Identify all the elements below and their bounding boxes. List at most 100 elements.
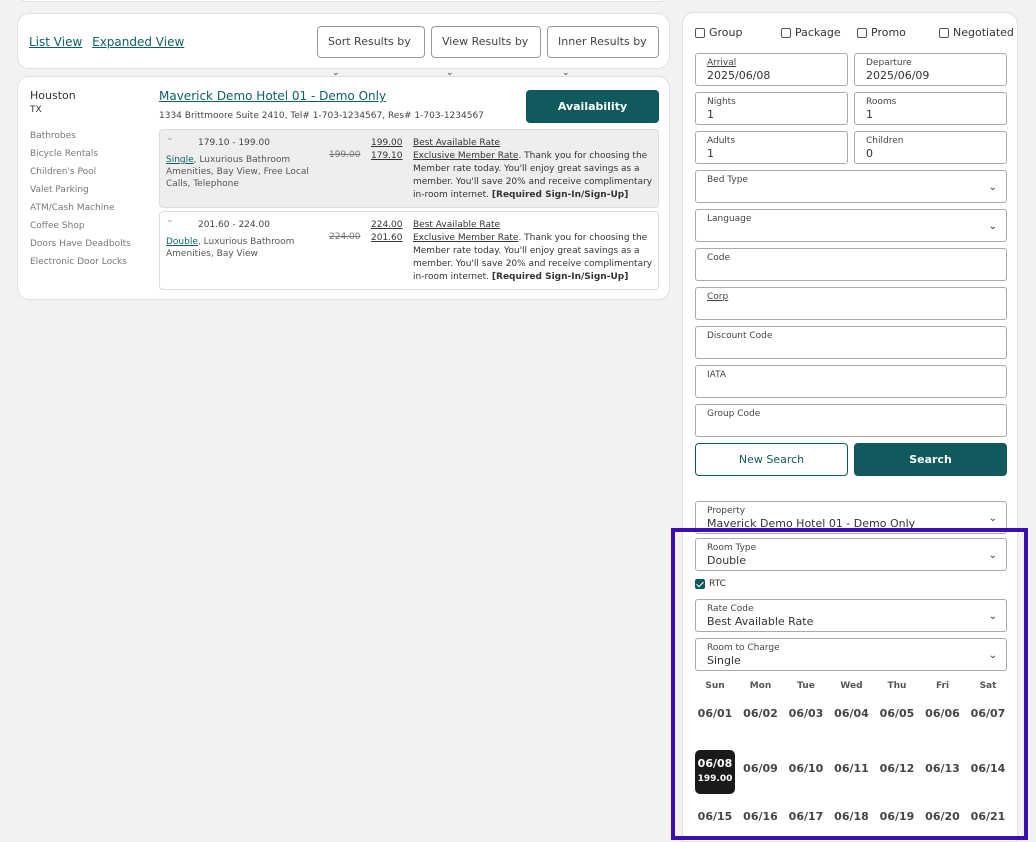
calendar-day[interactable]: 06/19 [877, 796, 917, 840]
rate-name-link[interactable]: Exclusive Member Rate [413, 151, 518, 161]
new-search-button[interactable]: New Search [695, 443, 848, 476]
room-type-link[interactable]: Double [166, 237, 198, 247]
property-value: Maverick Demo Hotel 01 - Demo Only [707, 517, 916, 530]
chevron-down-icon: ⌄ [988, 182, 997, 193]
calendar-day[interactable]: 06/11 [832, 748, 872, 792]
departure-label: Departure [866, 58, 912, 68]
children-field[interactable]: Children 0 [854, 131, 1007, 164]
code-field[interactable]: Code [695, 248, 1007, 281]
day-label: 06/12 [879, 762, 915, 775]
calendar-day[interactable]: 06/16 [741, 796, 781, 840]
view-results-dropdown[interactable]: View Results by⌄ [431, 26, 541, 78]
room-price-range: 179.10 - 199.00 [198, 138, 270, 148]
chevron-down-icon: ⌄ [988, 513, 997, 524]
expanded-view-link[interactable]: Expanded View [92, 35, 184, 49]
day-label: 06/21 [970, 810, 1006, 823]
group-label: Group [709, 26, 743, 39]
calendar-day[interactable]: 06/10 [786, 748, 826, 792]
departure-field[interactable]: Departure 2025/06/09 [854, 53, 1007, 86]
room-type-link[interactable]: Single [166, 155, 194, 165]
room-to-charge-select[interactable]: Room to Charge Single ⌄ [695, 638, 1007, 671]
calendar-day-selected[interactable]: 06/08 199.00 [695, 750, 735, 794]
code-label: Code [707, 253, 731, 263]
rooms-field[interactable]: Rooms 1 [854, 92, 1007, 125]
day-label: 06/13 [925, 762, 960, 775]
chevron-down-icon: ⌄ [988, 550, 997, 561]
bed-type-select[interactable]: Bed Type ⌄ [695, 170, 1007, 203]
calendar-day[interactable]: 06/13 [923, 748, 963, 792]
departure-value: 2025/06/09 [866, 69, 930, 82]
chevron-down-icon: ⌄ [988, 611, 997, 622]
language-select[interactable]: Language ⌄ [695, 209, 1007, 242]
group-code-field[interactable]: Group Code [695, 404, 1007, 437]
amenity-item: Bicycle Rentals [30, 149, 99, 159]
calendar-day[interactable]: 06/06 [923, 693, 963, 737]
arrival-value: 2025/06/08 [707, 69, 771, 82]
calendar-day[interactable]: 06/01 [695, 693, 735, 737]
negotiated-checkbox[interactable]: Negotiated [939, 26, 1014, 39]
chevron-down-icon[interactable]: ⌄ [166, 133, 174, 143]
room-type-value: Double [707, 554, 746, 567]
checkbox-icon[interactable] [857, 27, 867, 38]
rate-code-select[interactable]: Rate Code Best Available Rate ⌄ [695, 599, 1007, 632]
nights-field[interactable]: Nights 1 [695, 92, 848, 125]
discount-code-field[interactable]: Discount Code [695, 326, 1007, 359]
arrival-label: Arrival [707, 58, 737, 68]
checkbox-icon[interactable] [939, 27, 949, 38]
rate-info: Best Available Rate Exclusive Member Rat… [413, 137, 653, 202]
calendar-day[interactable]: 06/21 [968, 796, 1008, 840]
checkbox-icon[interactable] [781, 27, 791, 38]
checkbox-icon[interactable] [695, 27, 705, 38]
rate-price-link[interactable]: 201.60 [371, 232, 403, 245]
room-type-label: Room Type [707, 543, 757, 553]
calendar-day[interactable]: 06/12 [877, 748, 917, 792]
hotel-name-link[interactable]: Maverick Demo Hotel 01 - Demo Only [159, 89, 386, 103]
calendar-day[interactable]: 06/14 [968, 748, 1008, 792]
calendar-day[interactable]: 06/20 [923, 796, 963, 840]
list-view-link[interactable]: List View [29, 35, 82, 49]
chevron-down-icon: ⌄ [988, 650, 997, 661]
calendar-day[interactable]: 06/18 [832, 796, 872, 840]
rate-name-link[interactable]: Best Available Rate [413, 220, 500, 230]
adults-field[interactable]: Adults 1 [695, 131, 848, 164]
sign-in-note: [Required Sign-In/Sign-Up] [491, 272, 629, 282]
calendar-day[interactable]: 06/04 [832, 693, 872, 737]
calendar-day[interactable]: 06/05 [877, 693, 917, 737]
rate-price-link[interactable]: 199.00 [371, 137, 403, 150]
calendar-day[interactable]: 06/07 [968, 693, 1008, 737]
rate-name-link[interactable]: Best Available Rate [413, 138, 500, 148]
property-select[interactable]: Property Maverick Demo Hotel 01 - Demo O… [695, 501, 1007, 534]
day-price: 199.00 [697, 774, 733, 784]
availability-dashboard-button[interactable]: Availability Dashboard [526, 90, 659, 146]
calendar-day[interactable]: 06/15 [695, 796, 735, 840]
room-price-range: 201.60 - 224.00 [198, 220, 270, 230]
chevron-down-icon[interactable]: ⌄ [166, 215, 174, 225]
calendar-day[interactable]: 06/03 [786, 693, 826, 737]
rate-prices: 224.00 201.60 [371, 219, 403, 245]
search-button[interactable]: Search [854, 443, 1007, 476]
promo-checkbox[interactable]: Promo [857, 26, 906, 39]
adults-value: 1 [707, 147, 714, 160]
amenity-item: Bathrobes [30, 131, 76, 141]
rate-name-link[interactable]: Exclusive Member Rate [413, 233, 518, 243]
nights-label: Nights [707, 97, 736, 107]
rate-prices: 199.00 179.10 [371, 137, 403, 163]
room-row-double[interactable]: ⌄ 201.60 - 224.00 Double, Luxurious Bath… [159, 211, 659, 290]
checkbox-checked-icon[interactable] [695, 579, 705, 589]
package-checkbox[interactable]: Package [781, 26, 841, 39]
group-checkbox[interactable]: Group [695, 26, 743, 39]
inner-results-label: Inner Results by [558, 35, 647, 48]
rate-price-link[interactable]: 179.10 [371, 150, 403, 163]
rate-price-link[interactable]: 224.00 [371, 219, 403, 232]
calendar-day[interactable]: 06/17 [786, 796, 826, 840]
calendar-day[interactable]: 06/09 [741, 748, 781, 792]
iata-field[interactable]: IATA [695, 365, 1007, 398]
inner-results-dropdown[interactable]: Inner Results by⌄ [547, 26, 659, 78]
rtc-checkbox[interactable]: RTC [695, 579, 726, 589]
arrival-field[interactable]: Arrival 2025/06/08 [695, 53, 848, 86]
calendar-day[interactable]: 06/02 [741, 693, 781, 737]
room-type-select[interactable]: Room Type Double ⌄ [695, 538, 1007, 571]
sort-results-dropdown[interactable]: Sort Results by⌄ [317, 26, 425, 78]
room-row-single[interactable]: ⌄ 179.10 - 199.00 Single, Luxurious Bath… [159, 129, 659, 208]
corp-field[interactable]: Corp [695, 287, 1007, 320]
